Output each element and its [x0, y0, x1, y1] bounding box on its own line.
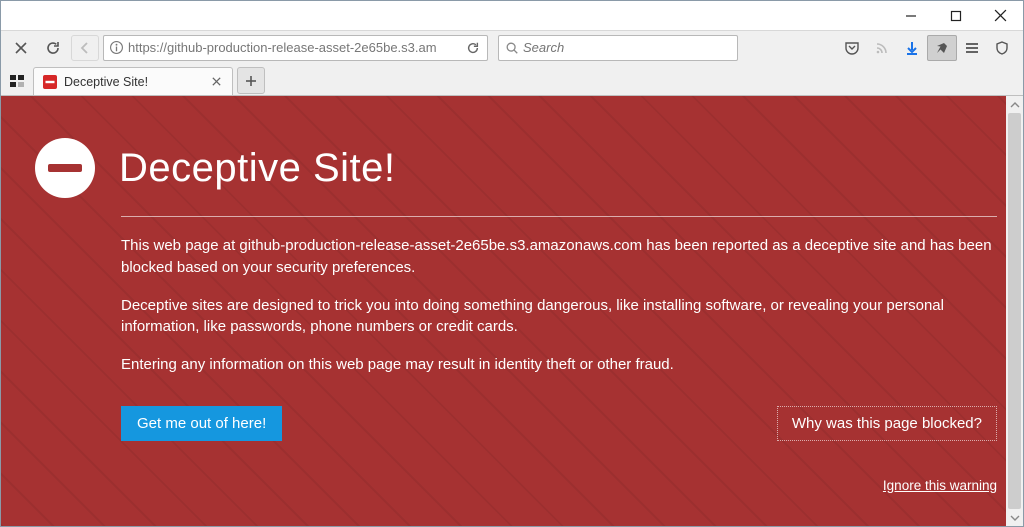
warning-paragraph-3: Entering any information on this web pag… — [121, 354, 997, 376]
window-close-button[interactable] — [978, 1, 1023, 30]
warning-paragraph-2: Deceptive sites are designed to trick yo… — [121, 295, 997, 339]
get-out-button[interactable]: Get me out of here! — [121, 406, 282, 441]
scroll-down-icon[interactable] — [1006, 509, 1023, 526]
search-bar[interactable] — [498, 35, 738, 61]
url-input[interactable] — [128, 40, 459, 55]
tab-close-icon[interactable] — [208, 74, 224, 90]
why-blocked-button[interactable]: Why was this page blocked? — [777, 406, 997, 441]
window-titlebar — [1, 1, 1023, 30]
all-tabs-icon[interactable] — [5, 67, 29, 95]
scroll-thumb[interactable] — [1008, 113, 1021, 509]
tab-active[interactable]: Deceptive Site! — [33, 67, 233, 95]
site-info-icon[interactable] — [104, 40, 128, 55]
back-icon[interactable] — [71, 35, 99, 61]
stop-icon[interactable] — [7, 35, 35, 61]
rss-icon[interactable] — [867, 35, 897, 61]
scroll-up-icon[interactable] — [1006, 96, 1023, 113]
danger-minus-icon — [35, 138, 95, 198]
warning-paragraph-1: This web page at github-production-relea… — [121, 235, 997, 279]
downloads-icon[interactable] — [897, 35, 927, 61]
warning-favicon-icon — [42, 74, 58, 90]
hamburger-menu-icon[interactable] — [957, 35, 987, 61]
divider — [121, 216, 997, 217]
reload-icon[interactable] — [39, 35, 67, 61]
minimize-button[interactable] — [888, 1, 933, 30]
scroll-track[interactable] — [1006, 113, 1023, 509]
pocket-icon[interactable] — [837, 35, 867, 61]
warning-heading: Deceptive Site! — [119, 146, 396, 191]
search-icon — [505, 41, 519, 55]
page-content: Deceptive Site! This web page at github-… — [1, 96, 1023, 526]
go-reload-icon[interactable] — [459, 41, 487, 55]
tab-strip: Deceptive Site! — [1, 64, 1023, 95]
ignore-warning-link[interactable]: Ignore this warning — [883, 478, 997, 493]
new-tab-button[interactable] — [237, 67, 265, 94]
search-input[interactable] — [523, 40, 731, 55]
tab-title: Deceptive Site! — [64, 75, 202, 89]
maximize-button[interactable] — [933, 1, 978, 30]
pin-icon[interactable] — [927, 35, 957, 61]
shield-icon[interactable] — [987, 35, 1017, 61]
vertical-scrollbar[interactable] — [1006, 96, 1023, 526]
address-bar[interactable] — [103, 35, 488, 61]
browser-toolbar — [1, 30, 1023, 64]
warning-body: This web page at github-production-relea… — [121, 235, 997, 376]
